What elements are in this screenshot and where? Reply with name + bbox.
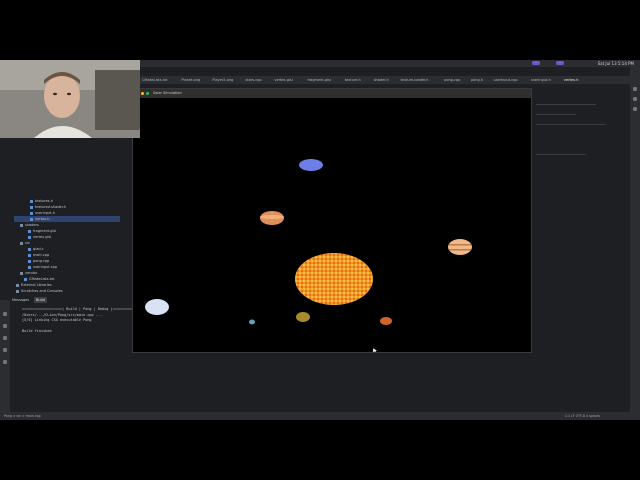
code-editor[interactable] [532, 84, 630, 354]
webcam-overlay [0, 60, 140, 138]
sim-window-title: Solar Simulation [153, 91, 182, 95]
editor-tab[interactable]: fragment.glsl [308, 78, 331, 82]
build-tab[interactable]: Build [34, 297, 47, 303]
build-output-line: Build finished [22, 329, 52, 333]
file-icon [28, 247, 31, 251]
tree-item-label: userinput.h [35, 211, 55, 215]
tree-item-label: glad.c [33, 247, 44, 251]
file-icon [28, 265, 31, 269]
code-line [536, 124, 606, 125]
mouse-cursor-icon [372, 347, 378, 352]
tree-item-label: textured-shader.h [35, 205, 67, 209]
zoom-window-icon[interactable] [146, 92, 149, 95]
folder-icon [20, 271, 23, 275]
tree-item[interactable]: Scratches and Consoles [0, 288, 63, 294]
file-icon [30, 199, 33, 203]
right-toolbar [630, 67, 640, 413]
red-planet [380, 317, 392, 325]
build-output-line: [5/5] Linking CXX executable Pong [22, 318, 92, 322]
editor-tab[interactable]: pong.cpp [444, 78, 460, 82]
menu-bar-icons [532, 61, 592, 66]
tree-item-label: CMakeLists.txt [29, 277, 55, 281]
sim-title-bar[interactable]: Solar Simulation [133, 89, 531, 98]
status-pill-icon-2[interactable] [556, 61, 564, 65]
menu-clock: Sat Jul 13 5:14 PM [597, 61, 634, 66]
sun [295, 253, 373, 305]
webcam-feed [0, 60, 140, 138]
folder-icon [16, 283, 19, 287]
editor-tab[interactable]: stars.cpp [246, 78, 262, 82]
run-icon[interactable] [3, 312, 7, 316]
file-icon [30, 217, 33, 221]
tree-item-label: userinput.cpp [33, 265, 58, 269]
minimize-window-icon[interactable] [141, 92, 144, 95]
file-icon [28, 253, 31, 257]
status-breadcrumb[interactable]: Pong > src > main.cpp [4, 414, 41, 418]
status-bar: Pong > src > main.cpp 1:1 LF UTF-8 4 spa… [0, 412, 640, 420]
sim-canvas[interactable] [133, 98, 531, 352]
editor-tab[interactable]: shader.h [374, 78, 389, 82]
code-line [536, 114, 576, 115]
editor-tab[interactable]: Player2.png [212, 78, 233, 82]
blue-planet [299, 159, 323, 171]
tree-item-label: main.cpp [33, 253, 50, 257]
messages-title: Messages [12, 298, 30, 302]
build-output-line: /Users/.../CLion/Pong/src/main.cpp ... [22, 312, 103, 317]
file-icon [28, 235, 31, 239]
left-toolbar [0, 300, 10, 415]
terminal-icon[interactable] [3, 336, 7, 340]
editor-tab[interactable]: pong.h [471, 78, 483, 82]
editor-tab[interactable]: texture-loader.h [401, 78, 429, 82]
file-icon [24, 277, 27, 281]
tree-item-label: src [25, 241, 31, 245]
file-icon [30, 205, 33, 209]
folder-icon [20, 223, 23, 227]
build-icon[interactable] [3, 324, 7, 328]
orange-planet-band [260, 215, 284, 219]
editor-tab[interactable]: Planet.png [181, 78, 200, 82]
editor-tab[interactable]: vertex.h [564, 78, 579, 82]
editor-tab[interactable]: texture.h [345, 78, 361, 82]
striped-planet-band [449, 244, 471, 246]
tree-item-label: pong.cpp [33, 259, 50, 263]
tree-item-label: fragment.glsl [33, 229, 57, 233]
editor-tab[interactable]: userinput.cpp [494, 78, 518, 82]
editor-tab[interactable]: userinput.h [531, 78, 551, 82]
code-line [536, 104, 596, 105]
status-pill-icon[interactable] [532, 61, 540, 65]
editor-tabs: CMakeLists.txt Planet.png Player2.png stars… [140, 76, 640, 84]
tree-item-label: textures.h [35, 199, 53, 203]
striped-planet [448, 239, 472, 255]
tree-item-label: vertex.glsl [33, 235, 52, 239]
solar-simulation-window[interactable]: Solar Simulation [132, 88, 532, 353]
tree-item-label: vertex.h [35, 217, 50, 221]
folder-icon [20, 241, 23, 245]
git-icon[interactable] [3, 360, 7, 364]
editor-tab[interactable]: CMakeLists.txt [142, 78, 168, 82]
tree-item-label: Scratches and Consoles [21, 289, 63, 293]
code-line [536, 154, 586, 155]
olive-planet [296, 312, 310, 322]
problems-icon[interactable] [3, 348, 7, 352]
database-icon[interactable] [633, 97, 637, 101]
white-planet [145, 299, 169, 315]
striped-planet-band [449, 249, 471, 251]
tree-item-label: External Libraries [21, 283, 52, 287]
folder-icon [16, 289, 19, 293]
tree-item-label: vendor [25, 271, 38, 275]
editor-tab[interactable]: vertex.glsl [274, 78, 292, 82]
status-file-info[interactable]: 1:1 LF UTF-8 4 spaces [565, 414, 600, 418]
notifications-icon[interactable] [633, 87, 637, 91]
tree-item-label: shaders [25, 223, 39, 227]
file-icon [30, 211, 33, 215]
assistant-icon[interactable] [633, 107, 637, 111]
file-icon [28, 259, 31, 263]
file-icon [28, 229, 31, 233]
small-cyan-planet [249, 319, 255, 325]
